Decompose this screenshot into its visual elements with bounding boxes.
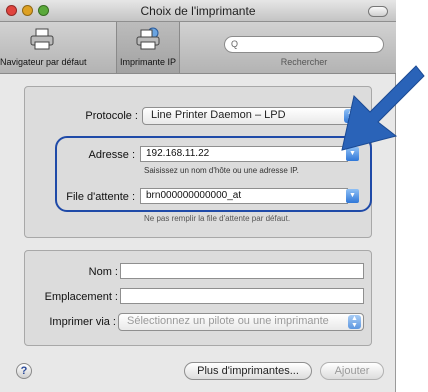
print-via-popup[interactable]: Sélectionnez un pilote ou une imprimante… bbox=[118, 313, 364, 331]
highlight-ring bbox=[55, 136, 372, 212]
default-browser-tab[interactable]: Navigateur par défaut bbox=[0, 22, 87, 73]
default-browser-label: Navigateur par défaut bbox=[0, 57, 87, 67]
callout-arrow-icon bbox=[341, 65, 425, 151]
ip-printer-tab[interactable]: Imprimante IP bbox=[116, 22, 180, 73]
protocol-value: Line Printer Daemon – LPD bbox=[151, 109, 286, 121]
printer-icon bbox=[30, 28, 54, 50]
protocol-popup[interactable]: Line Printer Daemon – LPD ▲▼ bbox=[142, 107, 360, 125]
popup-arrows-icon: ▲▼ bbox=[348, 315, 361, 329]
window-title: Choix de l'imprimante bbox=[140, 4, 256, 18]
queue-hint: Ne pas remplir la file d'attente par déf… bbox=[144, 214, 291, 223]
protocol-label: Protocole : bbox=[85, 110, 138, 122]
globe-printer-icon bbox=[136, 27, 160, 50]
search-field[interactable]: Q bbox=[224, 36, 384, 53]
name-label: Nom : bbox=[88, 266, 118, 278]
more-printers-button[interactable]: Plus d'imprimantes... bbox=[184, 362, 312, 380]
location-field[interactable] bbox=[120, 288, 364, 304]
print-via-value: Sélectionnez un pilote ou une imprimante bbox=[127, 315, 329, 327]
toolbar-toggle-button[interactable] bbox=[368, 6, 388, 17]
printer-browser-window: Choix de l'imprimante Navigateur par déf… bbox=[0, 0, 396, 392]
magnifier-icon: Q bbox=[231, 39, 239, 49]
ip-printer-label: Imprimante IP bbox=[119, 57, 177, 67]
location-label: Emplacement : bbox=[44, 291, 118, 303]
add-button[interactable]: Ajouter bbox=[320, 362, 384, 380]
print-via-label: Imprimer via : bbox=[49, 316, 116, 328]
title-bar[interactable]: Choix de l'imprimante bbox=[0, 0, 396, 22]
name-field[interactable] bbox=[120, 263, 364, 279]
help-button[interactable]: ? bbox=[16, 363, 32, 379]
